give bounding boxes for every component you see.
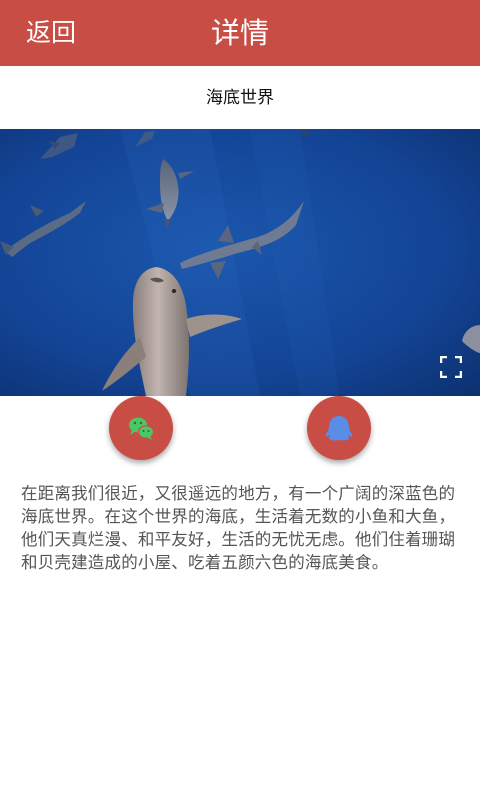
- fullscreen-button[interactable]: [440, 356, 462, 378]
- header-bar: 返回 详情: [0, 0, 480, 66]
- wechat-icon: [129, 417, 155, 440]
- content-title: 海底世界: [206, 88, 274, 108]
- share-wechat-button[interactable]: [109, 396, 173, 460]
- page-title: 详情: [210, 16, 269, 50]
- qq-icon: [325, 416, 353, 441]
- video-player[interactable]: [0, 129, 480, 396]
- detail-page: 返回 详情 海底世界 在距离我们很近，又很遥远的地方，有一个广阔的深蓝色的海底世…: [0, 0, 480, 800]
- fullscreen-icon: [440, 356, 462, 378]
- share-qq-button[interactable]: [307, 396, 371, 460]
- shark-video-frame: [0, 129, 480, 396]
- content-description: 在距离我们很近，又很遥远的地方，有一个广阔的深蓝色的海底世界。在这个世界的海底，…: [21, 484, 456, 572]
